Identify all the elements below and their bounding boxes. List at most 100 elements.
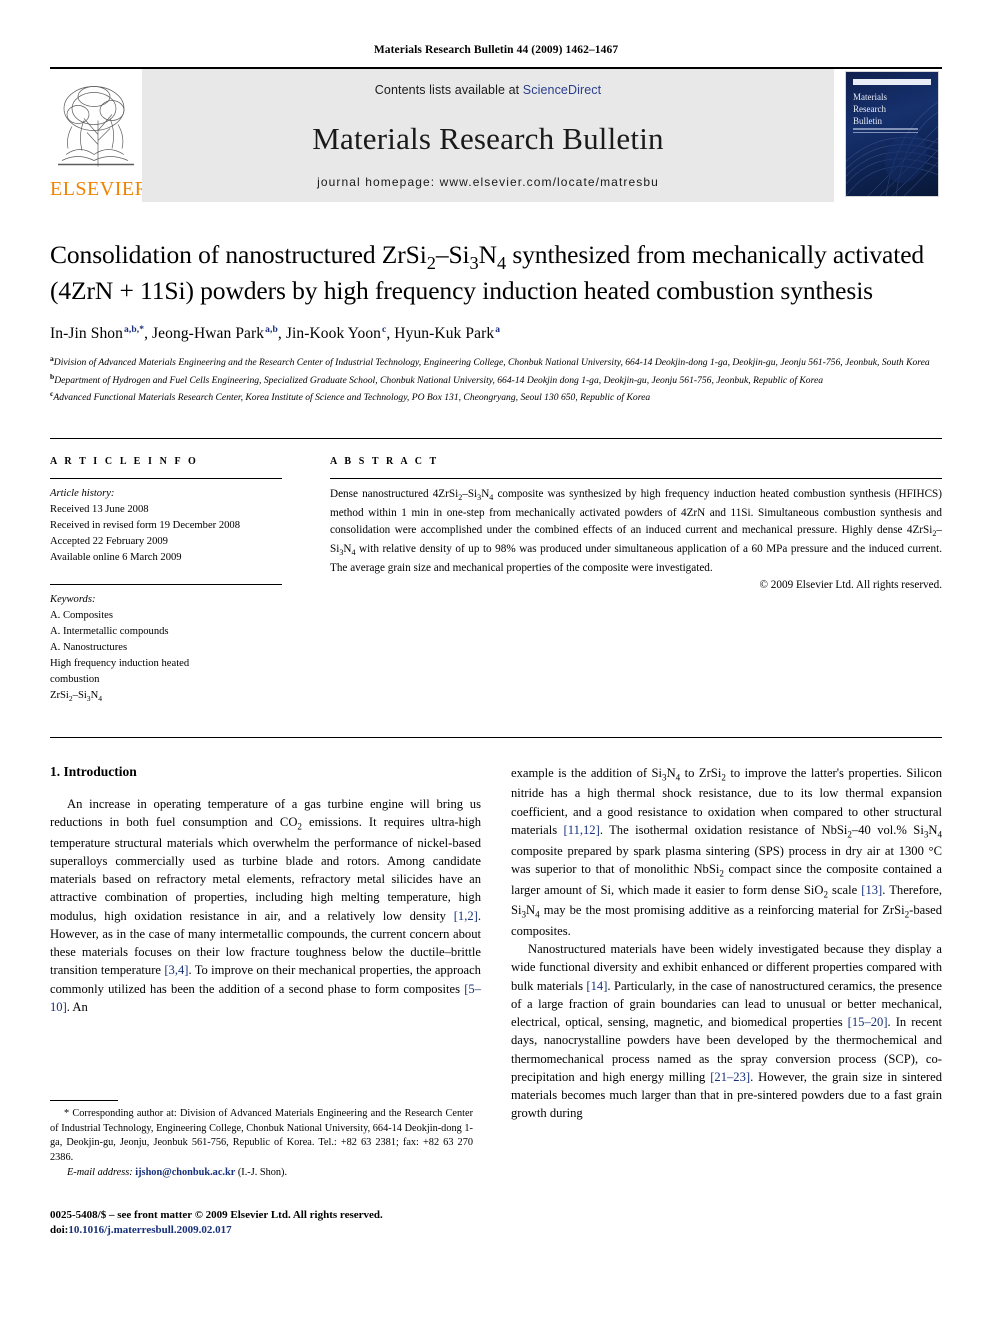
author-list: In-Jin Shona,b,*, Jeong-Hwan Parka,b, Ji… — [50, 324, 501, 342]
contents-lists-prefix: Contents lists available at — [374, 83, 523, 97]
history-item: Received 13 June 2008 — [50, 504, 149, 516]
affiliation-text: Department of Hydrogen and Fuel Cells En… — [54, 374, 824, 386]
cover-title-line-1: Materials — [853, 92, 887, 102]
article-header: Consolidation of nanostructured ZrSi2–Si… — [50, 202, 942, 406]
elsevier-logo: ELSEVIER — [50, 69, 142, 202]
journal-masthead: ELSEVIER Contents lists available at Sci… — [50, 67, 942, 202]
affiliation-text: Advanced Functional Materials Research C… — [53, 392, 651, 404]
affiliation-item: aDivision of Advanced Materials Engineer… — [50, 353, 942, 371]
body-column-left: 1. Introduction An increase in operating… — [50, 764, 481, 1123]
abstract-text: Dense nanostructured 4ZrSi2–Si3N4 compos… — [330, 488, 943, 574]
cover-subtitle-lines — [853, 128, 918, 136]
journal-cover-image: Materials Research Bulletin — [845, 71, 939, 197]
article-title: Consolidation of nanostructured ZrSi2–Si… — [50, 239, 942, 308]
history-item: Accepted 22 February 2009 — [50, 536, 168, 548]
article-info-heading: A R T I C L E I N F O — [50, 456, 199, 468]
author-affiliation-marks: c — [382, 324, 387, 335]
contents-lists-line: Contents lists available at ScienceDirec… — [375, 83, 601, 97]
running-head: Materials Research Bulletin 44 (2009) 14… — [373, 44, 619, 56]
citation-ref[interactable]: [14] — [586, 979, 607, 993]
info-abstract-block: A R T I C L E I N F O Article history: R… — [50, 438, 942, 705]
keyword-item: A. Intermetallic compounds — [50, 625, 169, 637]
affiliation-item: cAdvanced Functional Materials Research … — [50, 388, 942, 406]
title-segment-1: Consolidation of nanostructured ZrSi — [50, 240, 427, 269]
footnote-email-line: E-mail address: ijshon@chonbuk.ac.kr (I.… — [50, 1166, 473, 1181]
front-matter-line: 0025-5408/$ – see front matter © 2009 El… — [50, 1209, 383, 1221]
footnote-body: Corresponding author at: Division of Adv… — [50, 1108, 473, 1163]
elsevier-wordmark: ELSEVIER — [50, 178, 142, 200]
journal-title: Materials Research Bulletin — [312, 121, 664, 156]
cover-title-text: Materials Research Bulletin — [853, 91, 887, 127]
footnote-text: * Corresponding author at: Division of A… — [50, 1107, 473, 1165]
doi-prefix: doi: — [50, 1224, 69, 1237]
author-entry[interactable]: In-Jin Shona,b,* — [50, 325, 144, 342]
affiliation-item: bDepartment of Hydrogen and Fuel Cells E… — [50, 371, 942, 389]
author-affiliation-marks: a,b — [265, 324, 278, 335]
cover-top-band — [853, 79, 931, 85]
article-history: Article history: Received 13 June 2008 R… — [50, 486, 282, 566]
author-entry[interactable]: Jin-Kook Yoonc — [286, 325, 387, 342]
cover-title-line-2: Research — [853, 104, 886, 115]
doi-line: doi:10.1016/j.materresbull.2009.02.017 — [50, 1223, 480, 1238]
divider — [50, 583, 282, 585]
email-link[interactable]: ijshon@chonbuk.ac.kr — [135, 1167, 235, 1178]
doi-link[interactable]: 10.1016/j.materresbull.2009.02.017 — [68, 1224, 231, 1236]
email-label: E-mail address: — [67, 1167, 133, 1179]
paragraph: An increase in operating temperature of … — [50, 796, 481, 1014]
keyword-item: A. Composites — [50, 609, 113, 621]
citation-ref[interactable]: [1,2] — [454, 909, 478, 923]
author-affiliation-marks: a — [495, 324, 501, 335]
history-item: Available online 6 March 2009 — [50, 552, 182, 564]
keywords-block: Keywords: A. Composites A. Intermetallic… — [50, 592, 282, 705]
citation-ref[interactable]: [21–23] — [710, 1070, 750, 1084]
keyword-item: combustion — [50, 674, 100, 686]
author-name: Jeong-Hwan Park — [152, 324, 265, 342]
author-affiliation-marks: a,b,* — [124, 324, 145, 335]
affiliation-list: aDivision of Advanced Materials Engineer… — [50, 353, 942, 406]
keyword-item: A. Nanostructures — [50, 641, 128, 653]
divider — [50, 478, 282, 480]
keyword-item-formula: ZrSi2–Si3N4 — [50, 690, 103, 704]
section-heading-introduction: 1. Introduction — [50, 763, 137, 779]
keyword-item: High frequency induction heated — [50, 657, 190, 669]
article-info-column: A R T I C L E I N F O Article history: R… — [50, 456, 308, 705]
corresponding-author-footnote: * Corresponding author at: Division of A… — [50, 1100, 473, 1181]
citation-ref[interactable]: [5–10] — [50, 982, 481, 1014]
abstract-heading: A B S T R A C T — [330, 456, 439, 468]
body-column-right: example is the addition of Si3N4 to ZrSi… — [511, 764, 942, 1123]
citation-ref[interactable]: [3,4] — [164, 963, 188, 977]
divider — [330, 478, 942, 480]
author-entry[interactable]: Jeong-Hwan Parka,b — [152, 325, 278, 342]
page-footer: 0025-5408/$ – see front matter © 2009 El… — [50, 1208, 480, 1238]
citation-ref[interactable]: [13] — [861, 883, 882, 897]
footnote-divider — [50, 1100, 118, 1101]
journal-cover-thumbnail: Materials Research Bulletin — [842, 69, 942, 202]
journal-homepage-link[interactable]: journal homepage: www.elsevier.com/locat… — [142, 175, 834, 189]
title-subscript-3: 4 — [496, 253, 507, 274]
affiliation-text: Division of Advanced Materials Engineeri… — [53, 357, 930, 369]
title-segment-2: –Si — [435, 240, 470, 269]
author-name: Jin-Kook Yoon — [285, 324, 382, 342]
author-name: In-Jin Shon — [50, 324, 124, 342]
title-segment-3: N — [478, 240, 497, 269]
title-subscript-2: 3 — [469, 253, 479, 274]
sciencedirect-link[interactable]: ScienceDirect — [523, 83, 601, 97]
author-name: Hyun-Kuk Park — [394, 324, 495, 342]
paragraph: example is the addition of Si3N4 to ZrSi… — [511, 765, 943, 938]
cover-title-line-3: Bulletin — [853, 116, 882, 127]
footnote-marker: * — [64, 1108, 70, 1119]
email-owner: (I.-J. Shon). — [237, 1167, 288, 1179]
article-body: 1. Introduction An increase in operating… — [50, 736, 942, 1123]
keywords-label: Keywords: — [50, 593, 96, 605]
citation-ref[interactable]: [15–20] — [848, 1015, 888, 1029]
author-entry[interactable]: Hyun-Kuk Parka — [394, 325, 500, 342]
article-page: Materials Research Bulletin 44 (2009) 14… — [0, 0, 992, 1323]
abstract-column: A B S T R A C T Dense nanostructured 4Zr… — [308, 456, 942, 705]
citation-ref[interactable]: [11,12] — [564, 823, 600, 837]
article-history-label: Article history: — [50, 488, 115, 500]
masthead-band: Contents lists available at ScienceDirec… — [142, 69, 834, 202]
title-subscript-1: 2 — [426, 253, 436, 274]
history-item: Received in revised form 19 December 200… — [50, 520, 241, 532]
elsevier-tree-icon — [54, 73, 138, 172]
